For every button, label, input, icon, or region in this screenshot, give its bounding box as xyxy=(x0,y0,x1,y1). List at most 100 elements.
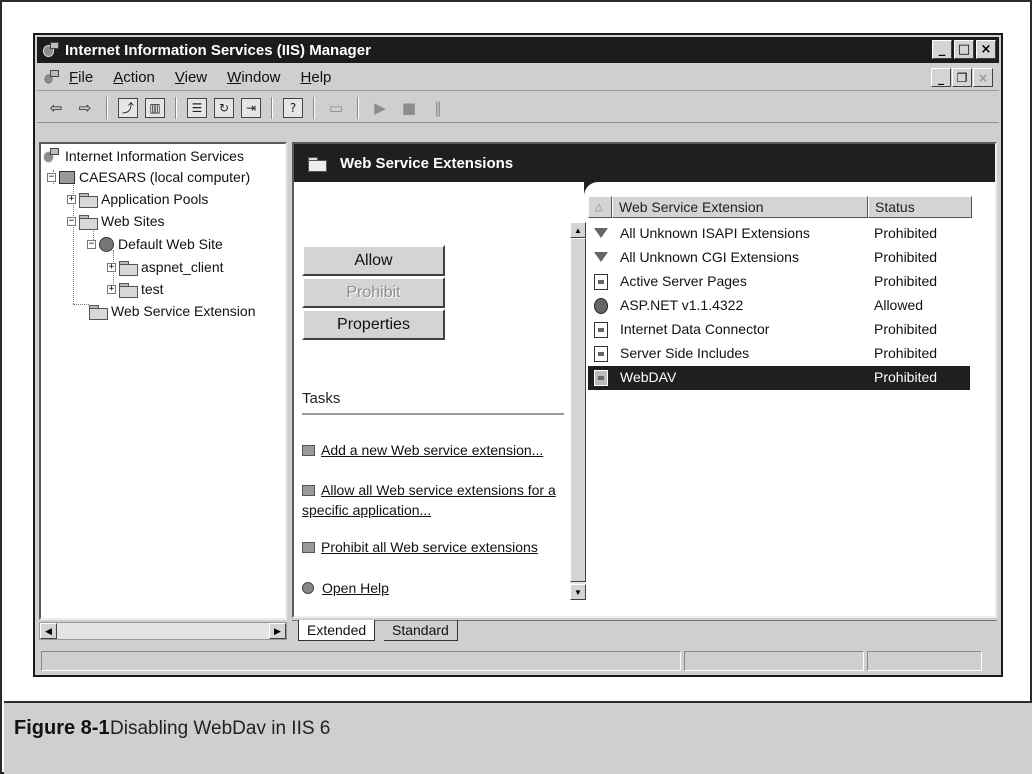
details-pane: Web Service Extensions Allow Prohibit Pr… xyxy=(292,142,997,618)
forward-button[interactable]: ⇨ xyxy=(74,97,96,119)
tree-item-web-sites[interactable]: − Web Sites xyxy=(67,213,165,230)
task-arrow-icon xyxy=(302,485,315,496)
toolbar-separator xyxy=(357,96,359,119)
tab-standard[interactable]: Standard xyxy=(384,620,458,641)
menu-action[interactable]: Action xyxy=(113,69,155,86)
tasks-heading: Tasks xyxy=(302,390,341,407)
tree-horizontal-scrollbar[interactable]: ◀ ▶ xyxy=(39,622,287,640)
task-allow-all-for-app-link[interactable]: Allow all Web service extensions for a s… xyxy=(302,480,568,520)
header-curve xyxy=(584,182,995,198)
tree-item-web-service-extensions[interactable]: Web Service Extension xyxy=(89,303,255,320)
toolbar: ⇦ ⇨ ⤴ ▥ ☰ ↻ ⇥ ? ▭ ▶ ■ ‖ xyxy=(37,93,999,123)
collapse-icon[interactable]: − xyxy=(67,216,76,226)
scroll-right-arrow-icon[interactable]: ▶ xyxy=(269,623,286,639)
pane-header: Web Service Extensions xyxy=(294,144,995,182)
task-prohibit-all-link[interactable]: Prohibit all Web service extensions xyxy=(302,537,568,557)
pane-title: Web Service Extensions xyxy=(340,154,514,172)
menu-help[interactable]: Help xyxy=(301,69,332,86)
back-button[interactable]: ⇦ xyxy=(45,97,67,119)
collapse-icon[interactable]: − xyxy=(87,239,96,249)
scroll-down-arrow-icon[interactable]: ▼ xyxy=(570,584,586,600)
column-header-extension[interactable]: Web Service Extension xyxy=(612,196,868,218)
tree-item-aspnet-client[interactable]: + aspnet_client xyxy=(107,259,224,276)
task-add-extension-link[interactable]: Add a new Web service extension... xyxy=(302,440,568,460)
figure-frame: Internet Information Services (IIS) Mana… xyxy=(0,0,1032,774)
menu-view[interactable]: View xyxy=(175,69,207,86)
figure-caption: Figure 8-1 Disabling WebDav in IIS 6 xyxy=(4,701,1032,774)
mdi-close-button[interactable]: × xyxy=(973,68,993,87)
mdi-child-icon xyxy=(43,69,59,86)
list-item-selected[interactable]: WebDAV Prohibited xyxy=(588,366,970,390)
tab-extended[interactable]: Extended xyxy=(298,620,376,641)
scroll-up-arrow-icon[interactable]: ▲ xyxy=(570,222,586,238)
title-bar: Internet Information Services (IIS) Mana… xyxy=(37,37,999,63)
iis-root-icon xyxy=(43,148,59,164)
list-item[interactable]: Internet Data Connector Prohibited xyxy=(588,318,970,342)
figure-caption-text: Disabling WebDav in IIS 6 xyxy=(110,718,331,739)
minimize-button[interactable]: _ xyxy=(932,40,952,59)
status-pane-main xyxy=(41,651,681,671)
extensions-list: △ Web Service Extension Status All Unkno… xyxy=(588,196,995,616)
status-bar xyxy=(37,649,999,673)
help-icon xyxy=(302,582,314,594)
pause-button[interactable]: ‖ xyxy=(427,97,449,119)
collapse-icon[interactable]: − xyxy=(47,172,56,182)
iis-app-icon xyxy=(43,42,59,58)
sort-indicator-icon[interactable]: △ xyxy=(588,196,612,218)
expand-icon[interactable]: + xyxy=(107,262,116,272)
export-list-button[interactable]: ⇥ xyxy=(241,97,261,118)
taskpad-vertical-scrollbar[interactable]: ▲ ▼ xyxy=(570,222,586,600)
menu-window[interactable]: Window xyxy=(227,69,280,86)
list-header: △ Web Service Extension Status xyxy=(588,196,988,218)
properties-button[interactable]: Properties xyxy=(302,309,445,340)
page-icon xyxy=(594,346,608,362)
tree-item-caesars[interactable]: − CAESARS (local computer) xyxy=(47,169,250,185)
page-icon xyxy=(594,274,608,290)
page-icon xyxy=(594,322,608,338)
tree-item-application-pools[interactable]: + Application Pools xyxy=(67,191,208,208)
list-item[interactable]: Active Server Pages Prohibited xyxy=(588,270,970,294)
mdi-minimize-button[interactable]: _ xyxy=(931,68,951,87)
tree-item-default-web-site[interactable]: − Default Web Site xyxy=(87,236,223,252)
window-controls: _ □ × xyxy=(932,40,996,59)
expand-icon[interactable]: + xyxy=(67,194,76,204)
menu-bar: File Action View Window Help _ ❐ × xyxy=(37,65,999,91)
filter-icon xyxy=(594,252,608,262)
folder-icon xyxy=(119,260,138,276)
scroll-thumb[interactable] xyxy=(570,238,586,582)
maximize-button[interactable]: □ xyxy=(954,40,974,59)
status-pane-right xyxy=(867,651,982,671)
list-item[interactable]: ASP.NET v1.1.4322 Allowed xyxy=(588,294,970,318)
view-tabs: Extended Standard xyxy=(292,620,997,642)
tree-item-test[interactable]: + test xyxy=(107,281,164,298)
allow-button[interactable]: Allow xyxy=(302,245,445,276)
task-arrow-icon xyxy=(302,542,315,553)
tree-item-iis-root[interactable]: Internet Information Services xyxy=(43,148,244,164)
scroll-left-arrow-icon[interactable]: ◀ xyxy=(40,623,57,639)
website-globe-icon xyxy=(99,236,114,252)
filter-icon xyxy=(594,228,608,238)
folder-icon xyxy=(308,156,327,172)
properties-button[interactable]: ☰ xyxy=(187,97,207,118)
computer-icon xyxy=(59,170,75,184)
prohibit-button[interactable]: Prohibit xyxy=(302,277,445,308)
toolbar-separator xyxy=(271,96,273,119)
task-open-help-link[interactable]: Open Help xyxy=(302,578,568,598)
start-button[interactable]: ▶ xyxy=(369,97,391,119)
list-item[interactable]: All Unknown ISAPI Extensions Prohibited xyxy=(588,222,970,246)
show-hide-tree-button[interactable]: ▥ xyxy=(145,97,165,118)
up-one-level-button[interactable]: ⤴ xyxy=(118,97,138,118)
help-button[interactable]: ? xyxy=(283,97,303,118)
figure-number: Figure 8-1 xyxy=(14,717,110,739)
list-item[interactable]: Server Side Includes Prohibited xyxy=(588,342,970,366)
column-header-status[interactable]: Status xyxy=(868,196,972,218)
expand-icon[interactable]: + xyxy=(107,284,116,294)
list-item[interactable]: All Unknown CGI Extensions Prohibited xyxy=(588,246,970,270)
aspnet-icon xyxy=(594,298,608,314)
stop-button[interactable]: ■ xyxy=(398,97,420,119)
refresh-button[interactable]: ↻ xyxy=(214,97,234,118)
close-button[interactable]: × xyxy=(976,40,996,59)
mdi-restore-button[interactable]: ❐ xyxy=(952,68,972,87)
computer-button[interactable]: ▭ xyxy=(325,97,347,119)
menu-file[interactable]: File xyxy=(69,69,93,86)
